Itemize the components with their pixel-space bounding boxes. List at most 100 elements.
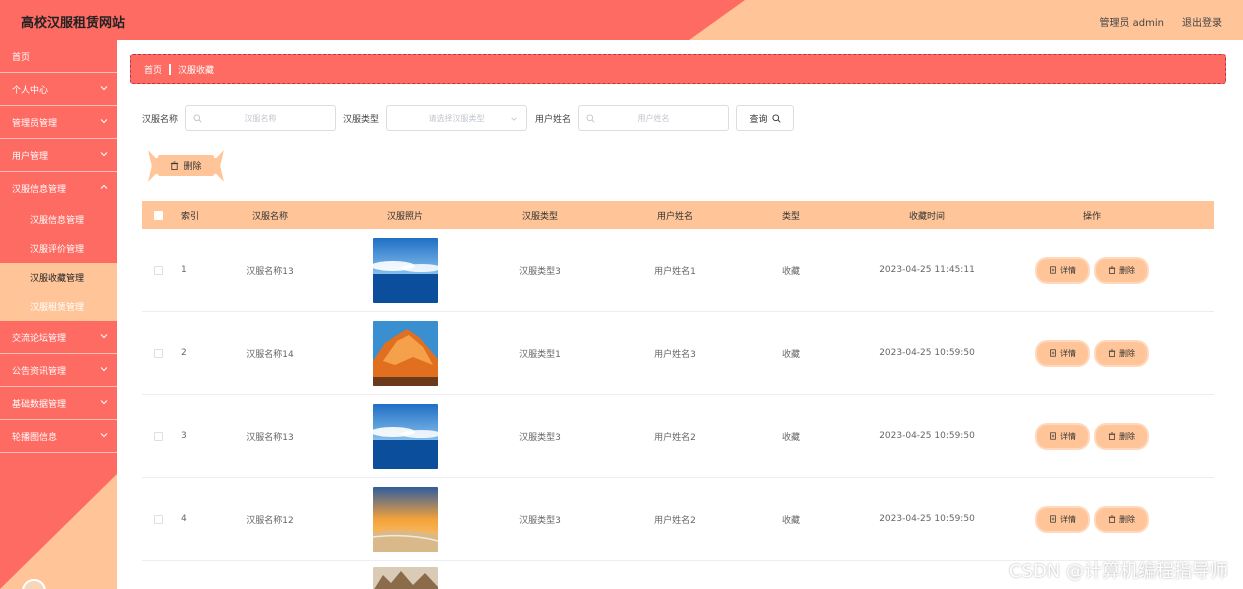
name-label: 汉服名称	[142, 114, 179, 125]
delete-button[interactable]: 删除	[1096, 341, 1147, 365]
chevron-down-icon	[100, 334, 108, 339]
cell-index: 3	[181, 431, 187, 441]
sidebar-item-label: 管理员管理	[12, 118, 58, 129]
cell-ops: 详情 删除	[1017, 341, 1167, 365]
top-header: 高校汉服租赁网站 管理员 admin 退出登录	[0, 0, 1243, 40]
row-checkbox-cell	[142, 431, 175, 441]
sidebar: 首页 个人中心 管理员管理 用户管理 汉服信息管理 汉服信息管理 汉服评价管理 汉服收藏管理汉…	[0, 40, 117, 589]
trash-icon	[171, 161, 179, 170]
table-body: 1 汉服名称13 汉服类型3 用户姓名1 收藏 2023-04-25 11:45:11 详情…	[142, 229, 1214, 561]
th-index: 索引	[181, 211, 200, 222]
cell-user: 用户姓名3	[654, 349, 696, 360]
type-select[interactable]: 请选择汉服类型	[386, 105, 528, 131]
delete-button[interactable]: 删除	[1096, 258, 1147, 282]
search-icon	[193, 114, 202, 123]
row-checkbox[interactable]	[154, 265, 163, 275]
site-title: 高校汉服租赁网站	[21, 16, 126, 31]
sidebar-item-1[interactable]: 个人中心	[0, 73, 117, 106]
cell-index: 1	[181, 265, 187, 275]
cell-time: 2023-04-25 10:59:50	[879, 348, 975, 358]
cell-name: 汉服名称12	[246, 515, 294, 526]
cell-name: 汉服名称13	[246, 266, 294, 277]
cell-kind: 收藏	[781, 515, 800, 526]
table-row: 3 汉服名称13 汉服类型3 用户姓名2 收藏 2023-04-25 10:59:50 详情…	[142, 395, 1214, 478]
search-icon	[771, 113, 781, 123]
sidebar-menu: 首页 个人中心 管理员管理 用户管理 汉服信息管理 汉服信息管理 汉服评价管理 汉服收藏管理汉…	[0, 40, 117, 453]
item-photo	[372, 486, 438, 552]
document-icon	[1050, 266, 1056, 274]
delete-button[interactable]: 删除	[1096, 424, 1147, 448]
delete-button-label: 删除	[1119, 265, 1135, 275]
cell-type: 汉服类型3	[519, 515, 561, 526]
item-photo	[372, 320, 438, 386]
user-search-input[interactable]: 用户姓名	[578, 105, 730, 131]
sidebar-item-label: 公告资讯管理	[12, 366, 67, 377]
chevron-down-icon	[100, 119, 108, 124]
chevron-down-icon	[511, 117, 517, 121]
sidebar-item-4[interactable]: 汉服信息管理	[0, 172, 117, 205]
cell-ops: 详情 删除	[1017, 507, 1167, 531]
cell-time: 2023-04-25 11:45:11	[879, 265, 975, 275]
cell-name: 汉服名称14	[246, 349, 294, 360]
cell-user: 用户姓名2	[654, 515, 696, 526]
sidebar-item-5[interactable]: 交流论坛管理	[0, 321, 117, 354]
cell-type: 汉服类型3	[519, 432, 561, 443]
trash-icon	[1108, 432, 1116, 440]
chevron-up-icon	[100, 184, 108, 189]
breadcrumb: 首页 汉服收藏	[130, 54, 1226, 84]
sidebar-item-7[interactable]: 基础数据管理	[0, 387, 117, 420]
sidebar-item-label: 用户管理	[12, 151, 49, 162]
row-checkbox[interactable]	[154, 348, 163, 358]
detail-button[interactable]: 详情	[1037, 258, 1088, 282]
batch-delete-button[interactable]: 删除	[158, 155, 214, 176]
delete-button[interactable]: 删除	[1096, 507, 1147, 531]
th-time: 收藏时间	[908, 211, 945, 222]
search-bar: 汉服名称 汉服名称 汉服类型 请选择汉服类型 用户姓名 用户姓名 查询	[142, 105, 795, 131]
chevron-down-icon	[100, 86, 108, 91]
sidebar-item-2[interactable]: 管理员管理	[0, 106, 117, 139]
row-checkbox-cell	[142, 514, 175, 524]
sidebar-subitem-2[interactable]: 汉服收藏管理	[0, 263, 117, 292]
search-icon	[586, 114, 595, 123]
sidebar-subitem-0[interactable]: 汉服信息管理	[0, 205, 117, 234]
sidebar-subitem-1[interactable]: 汉服评价管理	[0, 234, 117, 263]
delete-button-label: 删除	[1119, 514, 1135, 524]
table-row: 1 汉服名称13 汉服类型3 用户姓名1 收藏 2023-04-25 11:45:11 详情…	[142, 229, 1214, 312]
detail-button[interactable]: 详情	[1037, 341, 1088, 365]
cell-type: 汉服类型3	[519, 266, 561, 277]
user-label: 用户姓名	[535, 114, 572, 125]
row-checkbox-cell	[142, 265, 175, 275]
delete-button-label: 删除	[1119, 431, 1135, 441]
sidebar-item-0[interactable]: 首页	[0, 40, 117, 73]
row-checkbox[interactable]	[154, 514, 163, 524]
watermark: CSDN @计算机编程指导师	[1008, 561, 1228, 582]
sidebar-item-6[interactable]: 公告资讯管理	[0, 354, 117, 387]
query-button[interactable]: 查询	[736, 105, 795, 131]
sidebar-item-3[interactable]: 用户管理	[0, 139, 117, 172]
select-all-checkbox[interactable]	[154, 210, 163, 220]
detail-button-label: 详情	[1060, 348, 1076, 358]
cell-index: 2	[181, 348, 187, 358]
sidebar-subitem-3[interactable]: 汉服租赁管理	[0, 292, 117, 321]
detail-button[interactable]: 详情	[1037, 507, 1088, 531]
type-placeholder: 请选择汉服类型	[428, 113, 485, 123]
query-button-label: 查询	[749, 114, 768, 125]
th-user: 用户姓名	[656, 211, 693, 222]
chevron-down-icon	[100, 152, 108, 157]
row-checkbox[interactable]	[154, 431, 163, 441]
name-search-input[interactable]: 汉服名称	[185, 105, 337, 131]
cell-user: 用户姓名1	[654, 266, 696, 277]
chevron-down-icon	[100, 367, 108, 372]
cell-photo	[335, 237, 475, 303]
row-checkbox-cell	[142, 348, 175, 358]
sidebar-item-8[interactable]: 轮播图信息	[0, 420, 117, 453]
detail-button[interactable]: 详情	[1037, 424, 1088, 448]
breadcrumb-home[interactable]: 首页	[144, 63, 162, 76]
sidebar-item-label: 基础数据管理	[12, 399, 67, 410]
cell-ops: 详情 删除	[1017, 424, 1167, 448]
breadcrumb-current: 汉服收藏	[178, 65, 215, 76]
th-photo: 汉服照片	[386, 211, 423, 222]
document-icon	[1050, 515, 1056, 523]
chevron-down-icon	[100, 433, 108, 438]
logout-link[interactable]: 退出登录	[1182, 14, 1222, 29]
